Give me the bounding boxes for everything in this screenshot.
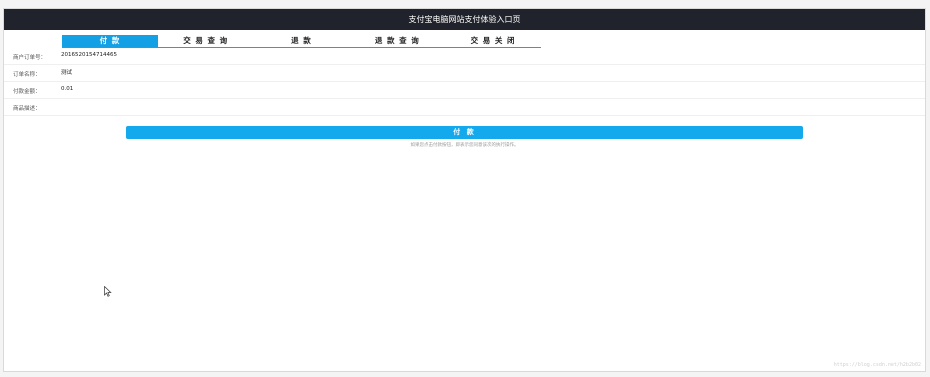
tab-refund[interactable]: 退 款: [254, 35, 350, 47]
order-name-row: 订单名称：: [4, 65, 925, 82]
tab-refund-query[interactable]: 退 款 查 询: [349, 35, 445, 47]
order-name-input[interactable]: [61, 66, 221, 78]
tab-bar: 付 款 交 易 查 询 退 款 退 款 查 询 交 易 关 闭: [62, 35, 541, 48]
watermark: https://blog.csdn.net/h2b2b02: [833, 362, 921, 368]
amount-row: 付款金额：: [4, 82, 925, 99]
page-header: 支付宝电脑网站支付体验入口页: [4, 9, 925, 30]
description-row: 商品描述：: [4, 99, 925, 116]
amount-label: 付款金额：: [13, 89, 41, 95]
pay-button[interactable]: 付 款: [126, 126, 803, 139]
description-input[interactable]: [61, 100, 221, 112]
mouse-cursor-icon: [104, 286, 112, 297]
amount-input[interactable]: [61, 83, 221, 95]
order-no-row: 商户订单号：: [4, 48, 925, 65]
order-no-input[interactable]: [61, 49, 221, 61]
tab-trade-close[interactable]: 交 易 关 闭: [445, 35, 541, 47]
tab-pay[interactable]: 付 款: [62, 35, 158, 47]
order-name-label: 订单名称：: [13, 72, 41, 78]
tab-trade-query[interactable]: 交 易 查 询: [158, 35, 254, 47]
description-label: 商品描述：: [13, 106, 41, 112]
order-no-label: 商户订单号：: [13, 55, 47, 61]
pay-hint: 如果您点击付款按钮，即表示您同意该次的执行操作。: [410, 143, 519, 148]
page-frame: 支付宝电脑网站支付体验入口页 付 款 交 易 查 询 退 款 退 款 查 询 交…: [3, 8, 926, 372]
